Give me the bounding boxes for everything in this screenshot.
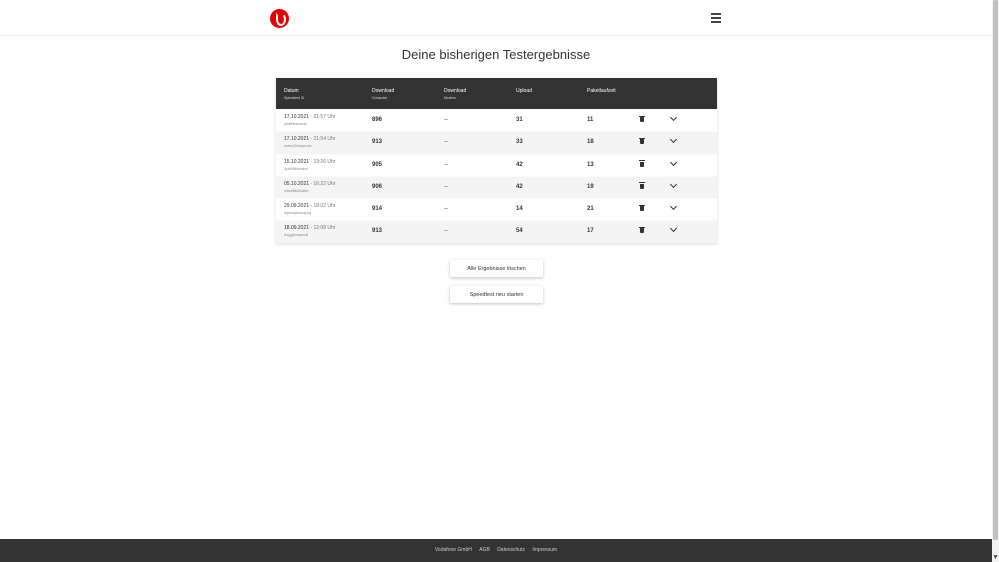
row-speedtest-id: hsgyjtvsqmv8: [284, 232, 309, 238]
footer-link-company[interactable]: Vodafone GmbH: [435, 547, 472, 553]
row-speedtest-id: chsofltb2cdkn: [284, 187, 309, 193]
row-speedtest-id: 2pb39fcbnkcr: [284, 165, 309, 171]
hamburger-menu-icon[interactable]: [711, 13, 721, 23]
row-latency: 17: [587, 228, 594, 235]
row-speedtest-id: wpnwybzxdyxq: [284, 210, 311, 216]
trash-icon[interactable]: [639, 137, 645, 145]
row-time: 12:08 Uhr: [313, 225, 336, 232]
chevron-down-icon[interactable]: [669, 203, 678, 211]
row-date: 17.10.2021: [284, 114, 310, 120]
row-upload: 42: [516, 183, 523, 190]
row-download-modem: --: [444, 117, 448, 123]
footer-link-imprint[interactable]: Impressum: [532, 547, 557, 553]
footer-link-agb[interactable]: AGB: [479, 547, 490, 553]
row-date: 29.09.2021: [284, 203, 310, 210]
row-date: 05.10.2021: [284, 180, 310, 187]
row-time: 19:26 Uhr: [313, 158, 336, 165]
row-download-modem: --: [444, 139, 448, 146]
row-speedtest-id: xsbxd2mcpmdc: [284, 143, 312, 149]
table-row: 05.10.2021 - 16:22 Uhr chsofltb2cdkn 906 --…: [276, 175, 717, 199]
top-header: [0, 0, 992, 36]
restart-speedtest-button[interactable]: Speedtest neu starten: [450, 286, 543, 303]
row-date: 18.09.2021: [284, 225, 310, 232]
table-body: 17.10.2021 - 21:57 Uhr ykdfhbrusmo 896 -- 31…: [276, 109, 717, 243]
cell-date: 05.10.2021 - 16:22 Uhr chsofltb2cdkn: [284, 180, 336, 193]
row-upload: 54: [516, 228, 523, 235]
row-time: 16:22 Uhr: [313, 180, 336, 187]
cell-date: 15.10.2021 - 19:26 Uhr 2pb39fcbnkcr: [284, 158, 336, 171]
row-latency: 13: [587, 161, 594, 168]
trash-icon[interactable]: [639, 204, 645, 212]
row-download-modem: --: [444, 206, 448, 213]
trash-icon[interactable]: [639, 160, 645, 167]
table-row: 15.10.2021 - 19:26 Uhr 2pb39fcbnkcr 905 -- 4…: [276, 153, 717, 176]
trash-icon[interactable]: [639, 226, 645, 234]
table-row: 17.10.2021 - 21:57 Uhr ykdfhbrusmo 896 -- 31…: [276, 109, 717, 131]
chevron-down-icon[interactable]: [669, 113, 678, 122]
footer-link-privacy[interactable]: Datenschutz: [497, 547, 525, 553]
chevron-down-icon[interactable]: [669, 225, 678, 233]
row-upload: 31: [516, 117, 523, 123]
page-title: Deine bisherigen Testergebnisse: [401, 47, 591, 62]
row-upload: 42: [516, 161, 523, 168]
row-download-computer: 913: [372, 228, 383, 235]
row-time: 21:57 Uhr: [313, 114, 336, 120]
chevron-down-icon[interactable]: [669, 158, 678, 166]
row-date: 17.10.2021: [284, 136, 310, 143]
header-download-modem: Download Modem: [444, 88, 467, 100]
footer-links: Vodafone GmbH AGB Datenschutz Impressum: [0, 547, 992, 553]
row-date: 15.10.2021: [284, 158, 310, 165]
row-download-computer: 896: [372, 117, 383, 123]
table-header: Datum Speedtest ID Download Computer Dow…: [276, 78, 717, 109]
row-download-computer: 913: [372, 139, 383, 146]
trash-icon[interactable]: [639, 182, 645, 189]
row-latency: 11: [587, 117, 594, 123]
row-upload: 14: [516, 206, 523, 213]
row-download-computer: 906: [372, 183, 383, 190]
vodafone-logo[interactable]: [270, 9, 289, 28]
trash-icon[interactable]: [639, 115, 645, 122]
cell-date: 18.09.2021 - 12:08 Uhr hsgyjtvsqmv8: [284, 225, 336, 238]
row-download-modem: --: [444, 161, 448, 168]
header-date: Datum Speedtest ID: [284, 88, 305, 100]
row-upload: 33: [516, 139, 523, 146]
row-speedtest-id: ykdfhbrusmo: [284, 121, 307, 126]
header-download-computer: Download Computer: [372, 88, 395, 100]
row-download-computer: 905: [372, 161, 383, 168]
cell-date: 17.10.2021 - 21:54 Uhr xsbxd2mcpmdc: [284, 136, 336, 149]
header-upload: Upload: [516, 88, 532, 94]
table-row: 17.10.2021 - 21:54 Uhr xsbxd2mcpmdc 913 -- 3…: [276, 131, 717, 154]
row-latency: 21: [587, 206, 594, 213]
delete-all-button[interactable]: Alle Ergebnisse löschen: [450, 260, 543, 277]
table-row: 18.09.2021 - 12:08 Uhr hsgyjtvsqmv8 913 -- 5…: [276, 220, 717, 243]
row-download-computer: 914: [372, 206, 383, 213]
table-row: 29.09.2021 - 18:02 Uhr wpnwybzxdyxq 914 -- 1…: [276, 198, 717, 220]
chevron-down-icon[interactable]: [669, 180, 678, 188]
row-time: 21:54 Uhr: [313, 136, 336, 143]
header-latency: Paketlaufzeit: [587, 88, 616, 94]
results-table: Datum Speedtest ID Download Computer Dow…: [276, 78, 717, 243]
row-latency: 18: [587, 139, 594, 146]
row-download-modem: --: [444, 183, 448, 190]
footer: Vodafone GmbH AGB Datenschutz Impressum: [0, 539, 992, 562]
row-download-modem: --: [444, 228, 448, 235]
cell-date: 29.09.2021 - 18:02 Uhr wpnwybzxdyxq: [284, 203, 336, 216]
scrollbar-thumb[interactable]: [993, 0, 998, 540]
chevron-down-icon[interactable]: [669, 136, 678, 144]
page: Deine bisherigen Testergebnisse Datum Sp…: [0, 0, 992, 562]
row-latency: 19: [587, 183, 594, 190]
scroll-down-arrow-icon[interactable]: ▼: [992, 554, 999, 562]
scrollbar[interactable]: ▼: [992, 0, 999, 562]
row-time: 18:02 Uhr: [313, 203, 336, 210]
cell-date: 17.10.2021 - 21:57 Uhr ykdfhbrusmo: [284, 114, 336, 126]
